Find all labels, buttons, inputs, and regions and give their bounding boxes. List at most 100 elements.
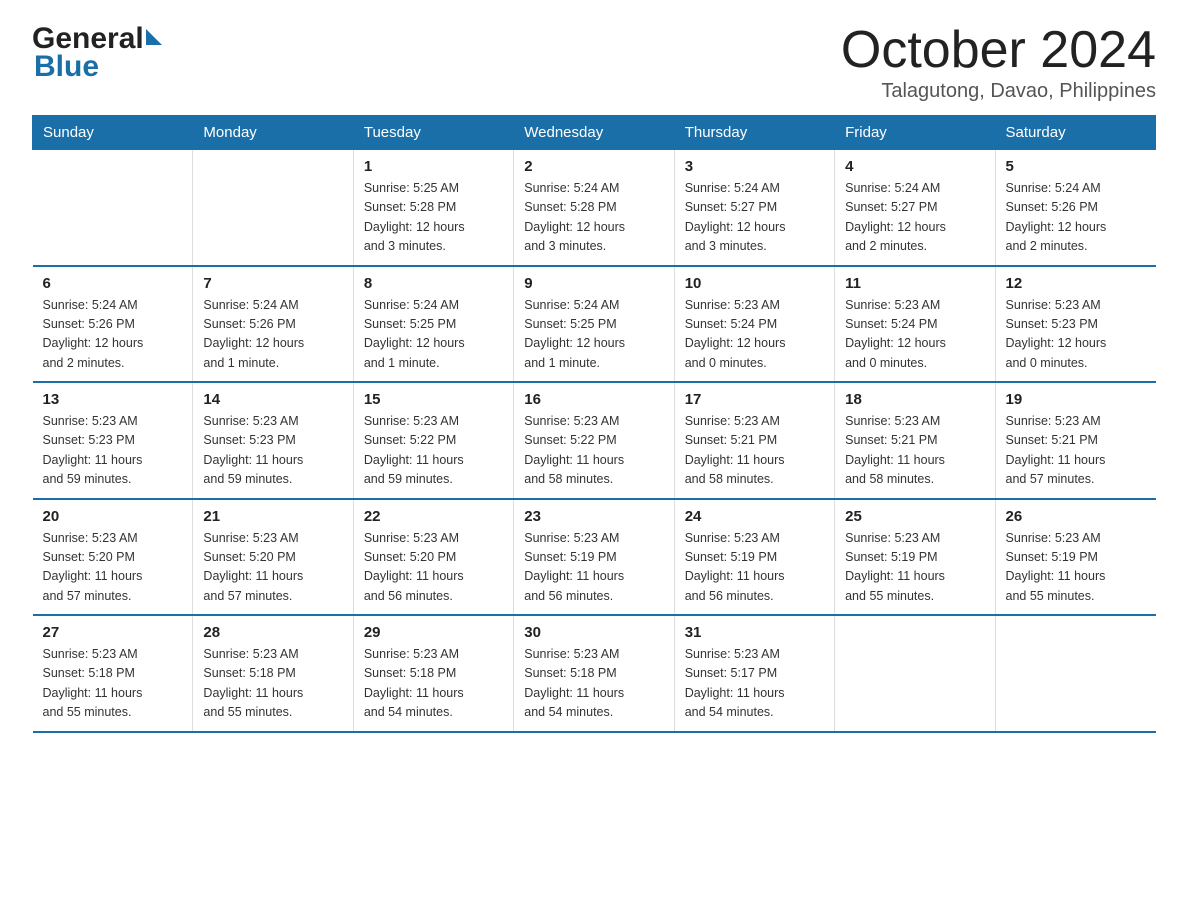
- title-section: October 2024 Talagutong, Davao, Philippi…: [841, 24, 1156, 103]
- weekday-header: Thursday: [674, 116, 834, 150]
- day-number: 22: [364, 508, 503, 525]
- day-number: 27: [43, 624, 183, 641]
- day-info: Sunrise: 5:23 AM Sunset: 5:21 PM Dayligh…: [1006, 412, 1146, 490]
- day-info: Sunrise: 5:24 AM Sunset: 5:26 PM Dayligh…: [1006, 179, 1146, 257]
- calendar-cell: 18Sunrise: 5:23 AM Sunset: 5:21 PM Dayli…: [835, 382, 995, 499]
- calendar-cell: 17 Sunrise: 5:23 AM Sunset: 5:21 PM Dayli…: [674, 382, 834, 499]
- calendar-body: 1 Sunrise: 5:25 AM Sunset: 5:28 PM Daylig…: [33, 150, 1156, 732]
- day-number: 2: [524, 158, 663, 175]
- calendar-cell: 26 Sunrise: 5:23 AM Sunset: 5:19 PM Dayli…: [995, 499, 1155, 616]
- calendar-cell: 6Sunrise: 5:24 AM Sunset: 5:26 PM Daylig…: [33, 266, 193, 383]
- calendar-cell: 3 Sunrise: 5:24 AM Sunset: 5:27 PM Daylig…: [674, 150, 834, 266]
- day-info: Sunrise: 5:23 AM Sunset: 5:18 PM Dayligh…: [203, 645, 342, 723]
- day-info: Sunrise: 5:23 AM Sunset: 5:19 PM Dayligh…: [685, 529, 824, 607]
- calendar-cell: 29Sunrise: 5:23 AM Sunset: 5:18 PM Dayli…: [353, 615, 513, 732]
- calendar-cell: [193, 150, 353, 266]
- weekday-header: Friday: [835, 116, 995, 150]
- calendar-cell: 7 Sunrise: 5:24 AM Sunset: 5:26 PM Daylig…: [193, 266, 353, 383]
- calendar-cell: 25 Sunrise: 5:23 AM Sunset: 5:19 PM Dayli…: [835, 499, 995, 616]
- day-info: Sunrise: 5:24 AM Sunset: 5:28 PM Dayligh…: [524, 179, 663, 257]
- day-number: 17: [685, 391, 824, 408]
- calendar-row: 27 Sunrise: 5:23 AM Sunset: 5:18 PM Dayli…: [33, 615, 1156, 732]
- day-number: 1: [364, 158, 503, 175]
- day-number: 15: [364, 391, 503, 408]
- day-number: 11: [845, 275, 984, 292]
- day-number: 29: [364, 624, 503, 641]
- logo-arrow-icon: [146, 29, 162, 45]
- calendar-cell: 9Sunrise: 5:24 AM Sunset: 5:25 PM Daylig…: [514, 266, 674, 383]
- day-info: Sunrise: 5:25 AM Sunset: 5:28 PM Dayligh…: [364, 179, 503, 257]
- day-info: Sunrise: 5:23 AM Sunset: 5:22 PM Dayligh…: [364, 412, 503, 490]
- calendar-cell: [835, 615, 995, 732]
- calendar-row: 6 Sunrise: 5:24 AM Sunset: 5:26 PM Daylig…: [33, 266, 1156, 383]
- weekday-header: Monday: [193, 116, 353, 150]
- day-info: Sunrise: 5:23 AM Sunset: 5:23 PM Dayligh…: [43, 412, 183, 490]
- day-info: Sunrise: 5:23 AM Sunset: 5:21 PM Dayligh…: [685, 412, 824, 490]
- calendar-cell: 8 Sunrise: 5:24 AM Sunset: 5:25 PM Daylig…: [353, 266, 513, 383]
- weekday-header: Sunday: [33, 116, 193, 150]
- calendar-cell: 4Sunrise: 5:24 AM Sunset: 5:27 PM Daylig…: [835, 150, 995, 266]
- calendar-cell: 10Sunrise: 5:23 AM Sunset: 5:24 PM Dayli…: [674, 266, 834, 383]
- calendar-cell: 31 Sunrise: 5:23 AM Sunset: 5:17 PM Dayli…: [674, 615, 834, 732]
- day-info: Sunrise: 5:23 AM Sunset: 5:18 PM Dayligh…: [524, 645, 663, 723]
- day-number: 26: [1006, 508, 1146, 525]
- day-info: Sunrise: 5:23 AM Sunset: 5:24 PM Dayligh…: [845, 296, 984, 374]
- day-number: 19: [1006, 391, 1146, 408]
- day-number: 4: [845, 158, 984, 175]
- calendar-cell: 30 Sunrise: 5:23 AM Sunset: 5:18 PM Dayli…: [514, 615, 674, 732]
- day-info: Sunrise: 5:23 AM Sunset: 5:23 PM Dayligh…: [1006, 296, 1146, 374]
- calendar-cell: 21Sunrise: 5:23 AM Sunset: 5:20 PM Dayli…: [193, 499, 353, 616]
- calendar-cell: 13Sunrise: 5:23 AM Sunset: 5:23 PM Dayli…: [33, 382, 193, 499]
- day-info: Sunrise: 5:24 AM Sunset: 5:27 PM Dayligh…: [685, 179, 824, 257]
- location-title: Talagutong, Davao, Philippines: [841, 80, 1156, 103]
- day-number: 8: [364, 275, 503, 292]
- day-number: 24: [685, 508, 824, 525]
- weekday-row: SundayMondayTuesdayWednesdayThursdayFrid…: [33, 116, 1156, 150]
- day-info: Sunrise: 5:23 AM Sunset: 5:23 PM Dayligh…: [203, 412, 342, 490]
- calendar-header: SundayMondayTuesdayWednesdayThursdayFrid…: [33, 116, 1156, 150]
- calendar-cell: [33, 150, 193, 266]
- calendar-table: SundayMondayTuesdayWednesdayThursdayFrid…: [32, 115, 1156, 733]
- calendar-cell: 16Sunrise: 5:23 AM Sunset: 5:22 PM Dayli…: [514, 382, 674, 499]
- day-info: Sunrise: 5:23 AM Sunset: 5:20 PM Dayligh…: [203, 529, 342, 607]
- day-number: 16: [524, 391, 663, 408]
- calendar-cell: [995, 615, 1155, 732]
- calendar-cell: 20Sunrise: 5:23 AM Sunset: 5:20 PM Dayli…: [33, 499, 193, 616]
- day-number: 25: [845, 508, 984, 525]
- day-number: 9: [524, 275, 663, 292]
- day-number: 30: [524, 624, 663, 641]
- day-number: 7: [203, 275, 342, 292]
- calendar-cell: 5 Sunrise: 5:24 AM Sunset: 5:26 PM Daylig…: [995, 150, 1155, 266]
- month-title: October 2024: [841, 24, 1156, 76]
- day-info: Sunrise: 5:24 AM Sunset: 5:25 PM Dayligh…: [364, 296, 503, 374]
- day-info: Sunrise: 5:23 AM Sunset: 5:19 PM Dayligh…: [1006, 529, 1146, 607]
- day-number: 18: [845, 391, 984, 408]
- weekday-header: Tuesday: [353, 116, 513, 150]
- day-info: Sunrise: 5:24 AM Sunset: 5:26 PM Dayligh…: [203, 296, 342, 374]
- calendar-cell: 22 Sunrise: 5:23 AM Sunset: 5:20 PM Dayli…: [353, 499, 513, 616]
- day-info: Sunrise: 5:23 AM Sunset: 5:20 PM Dayligh…: [364, 529, 503, 607]
- day-number: 28: [203, 624, 342, 641]
- weekday-header: Wednesday: [514, 116, 674, 150]
- day-info: Sunrise: 5:23 AM Sunset: 5:19 PM Dayligh…: [845, 529, 984, 607]
- calendar-cell: 12Sunrise: 5:23 AM Sunset: 5:23 PM Dayli…: [995, 266, 1155, 383]
- calendar-cell: 11 Sunrise: 5:23 AM Sunset: 5:24 PM Dayli…: [835, 266, 995, 383]
- calendar-row: 1 Sunrise: 5:25 AM Sunset: 5:28 PM Daylig…: [33, 150, 1156, 266]
- day-number: 3: [685, 158, 824, 175]
- calendar-cell: 28 Sunrise: 5:23 AM Sunset: 5:18 PM Dayli…: [193, 615, 353, 732]
- day-number: 23: [524, 508, 663, 525]
- calendar-cell: 27Sunrise: 5:23 AM Sunset: 5:18 PM Dayli…: [33, 615, 193, 732]
- calendar-row: 13Sunrise: 5:23 AM Sunset: 5:23 PM Dayli…: [33, 382, 1156, 499]
- logo-blue-text: Blue: [32, 52, 162, 82]
- day-number: 20: [43, 508, 183, 525]
- day-number: 31: [685, 624, 824, 641]
- day-number: 6: [43, 275, 183, 292]
- calendar-cell: 19 Sunrise: 5:23 AM Sunset: 5:21 PM Dayli…: [995, 382, 1155, 499]
- day-info: Sunrise: 5:23 AM Sunset: 5:17 PM Dayligh…: [685, 645, 824, 723]
- calendar-cell: 15 Sunrise: 5:23 AM Sunset: 5:22 PM Dayli…: [353, 382, 513, 499]
- day-info: Sunrise: 5:23 AM Sunset: 5:19 PM Dayligh…: [524, 529, 663, 607]
- calendar-cell: 23 Sunrise: 5:23 AM Sunset: 5:19 PM Dayli…: [514, 499, 674, 616]
- calendar-cell: 14Sunrise: 5:23 AM Sunset: 5:23 PM Dayli…: [193, 382, 353, 499]
- day-number: 10: [685, 275, 824, 292]
- day-number: 5: [1006, 158, 1146, 175]
